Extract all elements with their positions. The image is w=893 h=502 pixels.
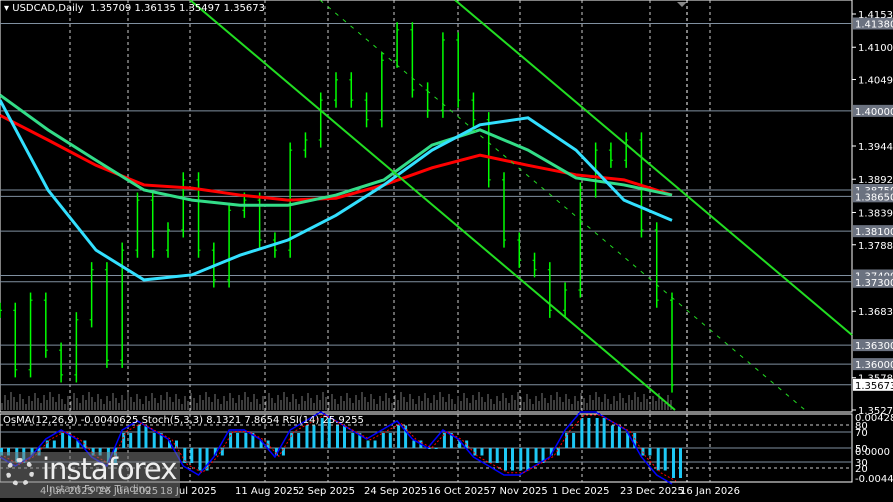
level-label: 1.38650	[855, 192, 893, 203]
osma-bar	[656, 448, 660, 471]
osma-bar	[336, 425, 339, 448]
osma-bar	[602, 418, 606, 448]
osma-bar	[397, 425, 401, 448]
osma-bar	[672, 448, 675, 478]
osma-bar	[480, 448, 484, 456]
level-label: 1.36000	[855, 360, 893, 371]
sub-tick-label: -0.00446	[855, 474, 893, 485]
chart-window[interactable]: 4 Jun 202526 Jun 202518 Jul 202511 Aug 2…	[0, 0, 893, 498]
osma-bar	[572, 433, 576, 448]
osma-bar	[381, 433, 385, 448]
osma-bar	[556, 448, 560, 456]
osma-bar	[388, 433, 392, 448]
date-tick-label: 1 Dec 2025	[552, 486, 610, 497]
osma-bar	[663, 448, 667, 471]
symbol: USDCAD,Daily	[12, 3, 84, 14]
price-tick-label: 1.39445	[858, 142, 893, 153]
moving-average-ma100	[0, 93, 673, 207]
osma-bar	[526, 448, 530, 471]
level-label: 1.37300	[855, 278, 893, 289]
osma-bar	[198, 448, 202, 471]
high-price: 1.36135	[134, 3, 176, 14]
sub-tick-label: 0.0000	[855, 447, 890, 458]
osma-bar	[343, 425, 346, 448]
osma-bar	[373, 440, 377, 448]
osma-bar	[52, 440, 56, 448]
osma-bar	[648, 448, 652, 456]
price-tick-label: 1.41005	[858, 43, 893, 54]
level-label: 1.36300	[855, 341, 893, 352]
osma-bar	[565, 433, 569, 448]
date-tick-label: 7 Nov 2025	[490, 486, 548, 497]
osma-bar	[305, 425, 309, 448]
osma-bar	[244, 433, 248, 448]
osma-bar	[152, 433, 156, 448]
osma-bar	[511, 448, 514, 471]
osma-bar	[351, 433, 355, 448]
watermark: instaforex Instant Forex Trading	[0, 452, 180, 498]
osma-bar	[519, 448, 523, 471]
osma-bar	[434, 448, 438, 449]
price-tick-label: 1.41530	[858, 10, 893, 21]
date-tick-label: 2 Sep 2025	[298, 486, 355, 497]
price-tick-label: 1.40495	[858, 76, 893, 87]
osma-bar	[617, 425, 621, 448]
osma-bar	[504, 448, 507, 471]
osma-bar	[312, 425, 316, 448]
osma-bar	[580, 418, 584, 448]
osma-bar	[366, 440, 370, 448]
close-price: 1.35673	[223, 3, 265, 14]
osma-bar	[137, 425, 141, 448]
trend-channel-mid	[319, 0, 806, 411]
brand: instaforex	[42, 452, 177, 486]
level-label: 1.38100	[855, 227, 893, 238]
trend-channel-upper	[454, 0, 853, 336]
osma-bar	[495, 448, 499, 463]
moving-average-ma200	[0, 113, 673, 202]
scroll-arrow-icon[interactable]	[677, 2, 687, 7]
level-label: 1.41380	[855, 19, 893, 30]
price-tick-label: 1.37885	[858, 241, 893, 252]
osma-bar	[61, 433, 65, 448]
osma-bar	[610, 425, 614, 448]
osma-bar	[144, 425, 148, 448]
date-tick-label: 11 Aug 2025	[235, 486, 299, 497]
osma-bar	[595, 418, 599, 448]
osma-bar	[587, 418, 591, 448]
price-tick-label: 1.38920	[858, 175, 893, 186]
osma-bar	[534, 448, 538, 463]
date-tick-label: 24 Sep 2025	[364, 486, 427, 497]
indicator-label: OsMA(12,26,9) -0.0040625 Stoch(5,3,3) 8.…	[3, 415, 364, 426]
osma-bar	[679, 448, 682, 478]
osma-bar	[190, 448, 194, 463]
gear-logo-icon	[6, 458, 34, 486]
date-tick-label: 16 Oct 2025	[428, 486, 490, 497]
osma-bar	[297, 433, 301, 448]
level-label: 1.40000	[855, 107, 893, 118]
price-tick-label: 1.38395	[858, 208, 893, 219]
low-price: 1.35497	[179, 3, 221, 14]
price-tick-label: 1.36835	[858, 307, 893, 318]
open-price: 1.35709	[89, 3, 132, 14]
date-tick-label: 16 Jan 2026	[680, 486, 740, 497]
osma-bar	[45, 440, 49, 448]
sub-tick-label: 70	[855, 428, 868, 439]
tagline: Instant Forex Trading	[46, 484, 152, 495]
osma-bar	[412, 440, 416, 448]
osma-bar	[129, 433, 133, 448]
chart-title: ▾ USDCAD,Daily 1.35709 1.36135 1.35497 1…	[4, 3, 265, 14]
current-price-label: 1.35673	[855, 381, 893, 392]
osma-bar	[236, 433, 240, 448]
osma-bar	[488, 448, 492, 463]
date-tick-label: 23 Dec 2025	[620, 486, 684, 497]
